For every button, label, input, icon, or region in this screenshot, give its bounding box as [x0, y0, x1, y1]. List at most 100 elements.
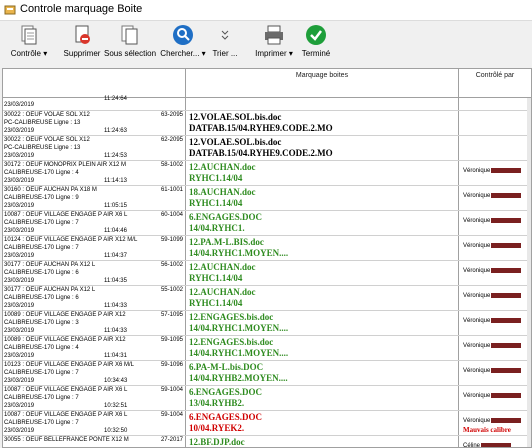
- vertical-scrollbar[interactable]: [527, 98, 531, 447]
- product-cell: 10089 : OEUF VILLAGE ENGAGE P AIR X12 57-…: [3, 311, 186, 335]
- line-info: CALIBREUSE-170 Ligne : 7: [4, 220, 79, 226]
- controle-par-cell: Véronique: [459, 261, 531, 285]
- product-code: 59-1095: [160, 337, 183, 343]
- row-time: 11:04:35: [104, 278, 127, 284]
- supprimer-button[interactable]: Supprimer: [62, 23, 102, 63]
- trier-button[interactable]: Trier ...: [212, 23, 238, 63]
- marquage-line-1: 6.ENGAGES.DOC: [189, 412, 263, 422]
- header-cell-produit: [3, 69, 186, 97]
- grid-header: Marquage boites Contrôlé par: [3, 69, 531, 98]
- controle-par-cell: [459, 111, 531, 135]
- product-code: 59-1004: [160, 387, 183, 393]
- header-controle-par[interactable]: Contrôlé par: [459, 69, 531, 97]
- controle-par-cell: Véronique: [459, 286, 531, 310]
- row-time: 10:34:43: [104, 378, 128, 384]
- marquage-line-2: DATFAB.15/04.RYHE9.CODE.2.MO: [189, 123, 333, 133]
- redaction-mark: [491, 218, 522, 223]
- row-time: 11:04:33: [104, 328, 127, 334]
- product-name: 30160 : OEUF AUCHAN PA X18 M: [4, 187, 97, 193]
- row-time: 11:24:63: [104, 128, 127, 134]
- chevron-down-icon: ▾: [43, 49, 48, 58]
- table-row[interactable]: 10087 : OEUF VILLAGE ENGAGE P AIR X6 L 59…: [3, 386, 531, 411]
- product-cell: 30055 : OEUF BELLEFRANCE PONTE X12 M 27-2…: [3, 436, 186, 447]
- table-row[interactable]: 10087 : OEUF VILLAGE ENGAGE P AIR X6 L 59…: [3, 411, 531, 436]
- imprimer-button[interactable]: Imprimer ▾: [252, 23, 296, 63]
- product-cell: 10123 : OEUF VILLAGE ENGAGE P AIR X6 M/L…: [3, 361, 186, 385]
- line-info: PC-CALIBREUSE Ligne : 13: [4, 120, 81, 126]
- product-code: 59-1096: [160, 362, 183, 368]
- chevron-down-icon: ▾: [201, 49, 206, 58]
- marquage-line-2: 14/04.RYHC1.: [189, 223, 245, 233]
- row-time: 11:04:33: [104, 303, 127, 309]
- controller-name-text: Véronique: [463, 318, 491, 325]
- controle-par-cell: Véronique: [459, 211, 531, 235]
- sous-selection-button[interactable]: Sous sélection: [104, 23, 156, 63]
- marquage-line-2: 14/04.RYHC1.MOYEN....: [189, 248, 289, 258]
- table-row[interactable]: 30022 : OEUF VOLAE SOL X12 63-2095 PC-CALI…: [3, 111, 531, 136]
- table-row[interactable]: 30177 : OEUF AUCHAN PA X12 L 56-1002 CALIB…: [3, 261, 531, 286]
- redaction-mark: [491, 243, 522, 248]
- table-row[interactable]: 10123 : OEUF VILLAGE ENGAGE P AIR X6 M/L…: [3, 361, 531, 386]
- marquage-line-1: 6.PA-M-L.bis.DOC: [189, 362, 264, 372]
- table-row[interactable]: 10089 : OEUF VILLAGE ENGAGE P AIR X12 57-…: [3, 311, 531, 336]
- header-marquage-boites[interactable]: Marquage boites: [186, 69, 459, 97]
- product-code: 61-1001: [160, 187, 183, 193]
- row-date: 23/03/2019: [4, 253, 35, 259]
- row-date: 23/03/2019: [4, 228, 35, 234]
- row-date: 23/03/2019: [4, 203, 35, 209]
- redaction-mark: [491, 268, 522, 273]
- marquage-cell: 6.ENGAGES.DOC 14/04.RYHC1.: [186, 211, 459, 235]
- product-name: 10087 : OEUF VILLAGE ENGAGE P AIR X6 L: [4, 387, 128, 393]
- row-time: 10:32:51: [104, 403, 128, 409]
- row-date: 23/03/2019: [4, 278, 35, 284]
- marquage-grid[interactable]: Marquage boites Contrôlé par 11:24:64 23…: [2, 68, 532, 448]
- redaction-mark: [491, 418, 522, 423]
- table-row[interactable]: 30022 : OEUF VOLAE SOL X12 62-2095 PC-CALI…: [3, 136, 531, 161]
- marquage-cell: 18.AUCHAN.doc RYHC1.14/04: [186, 186, 459, 210]
- table-row[interactable]: 30172 : OEUF MONOPRIX PLEIN AIR X12 M 58-…: [3, 161, 531, 186]
- marquage-line-1: 12.AUCHAN.doc: [189, 162, 256, 172]
- redaction-mark: [491, 368, 522, 373]
- chercher-button[interactable]: Chercher... ▾: [160, 23, 206, 63]
- marquage-cell: 12.AUCHAN.doc RYHC1.14/04: [186, 261, 459, 285]
- controller-name-text: Véronique: [463, 393, 491, 400]
- title-bar: Controle marquage Boite: [0, 0, 532, 21]
- controller-name-text: Véronique: [463, 343, 491, 350]
- controller-name-text: Véronique: [463, 193, 491, 200]
- row-time: 11:04:46: [104, 228, 127, 234]
- controller-name: Véronique: [463, 418, 522, 425]
- marquage-line-1: 12.ENGAGES.bis.doc: [189, 312, 274, 322]
- product-name: 10123 : OEUF VILLAGE ENGAGE P AIR X6 M/L: [4, 362, 134, 368]
- row-date: 23/03/2019: [4, 178, 35, 184]
- controller-name-text: Véronique: [463, 418, 491, 425]
- table-row[interactable]: 30055 : OEUF BELLEFRANCE PONTE X12 M 27-2…: [3, 436, 531, 447]
- checkmark-icon: [306, 25, 326, 45]
- table-row[interactable]: 10089 : OEUF VILLAGE ENGAGE P AIR X12 59-…: [3, 336, 531, 361]
- table-row[interactable]: 30177 : OEUF AUCHAN PA X12 L 55-1002 CALIB…: [3, 286, 531, 311]
- controller-name-text: Véronique: [463, 243, 491, 250]
- marquage-cell: 12.VOLAE.SOL.bis.doc DATFAB.15/04.RYHE9.C…: [186, 136, 459, 160]
- row-time: 10:32:50: [104, 428, 128, 434]
- termine-button[interactable]: Terminé: [300, 23, 332, 63]
- product-cell: 10124 : OEUF VILLAGE ENGAGE P AIR X12 M/…: [3, 236, 186, 260]
- line-info: CALIBREUSE-170 Ligne : 7: [4, 420, 79, 426]
- table-row[interactable]: 10124 : OEUF VILLAGE ENGAGE P AIR X12 M/…: [3, 236, 531, 261]
- grid-rows: 11:24:64 23/03/2019 30022 : OEUF VOLAE S…: [3, 96, 531, 447]
- row-time: 11:04:37: [104, 253, 127, 259]
- marquage-line-2: RYHC1.14/04: [189, 198, 243, 208]
- product-name: 30055 : OEUF BELLEFRANCE PONTE X12 M: [4, 437, 129, 443]
- marquage-cell: 12.ENGAGES.bis.doc 14/04.RYHC1.MOYEN....: [186, 336, 459, 360]
- table-row[interactable]: 10087 : OEUF VILLAGE ENGAGE P AIR X6 L 60…: [3, 211, 531, 236]
- marquage-line-2: 14/04.RYHC1.MOYEN....: [189, 323, 289, 333]
- controller-name: Véronique: [463, 368, 522, 374]
- product-code: 60-1004: [160, 212, 183, 218]
- controller-name: Véronique: [463, 318, 522, 325]
- table-row[interactable]: 11:24:64 23/03/2019: [3, 96, 531, 111]
- controle-button[interactable]: Contrôle ▾: [6, 23, 52, 63]
- controle-par-cell: Véronique: [459, 361, 531, 385]
- table-row[interactable]: 30160 : OEUF AUCHAN PA X18 M 61-1001 CALIB…: [3, 186, 531, 211]
- marquage-cell: 12.AUCHAN.doc RYHC1.14/04: [186, 286, 459, 310]
- printer-icon: [265, 25, 283, 45]
- marquage-line-2: 14/04.RYHB2.MOYEN....: [189, 373, 288, 383]
- product-name: 30177 : OEUF AUCHAN PA X12 L: [4, 287, 96, 293]
